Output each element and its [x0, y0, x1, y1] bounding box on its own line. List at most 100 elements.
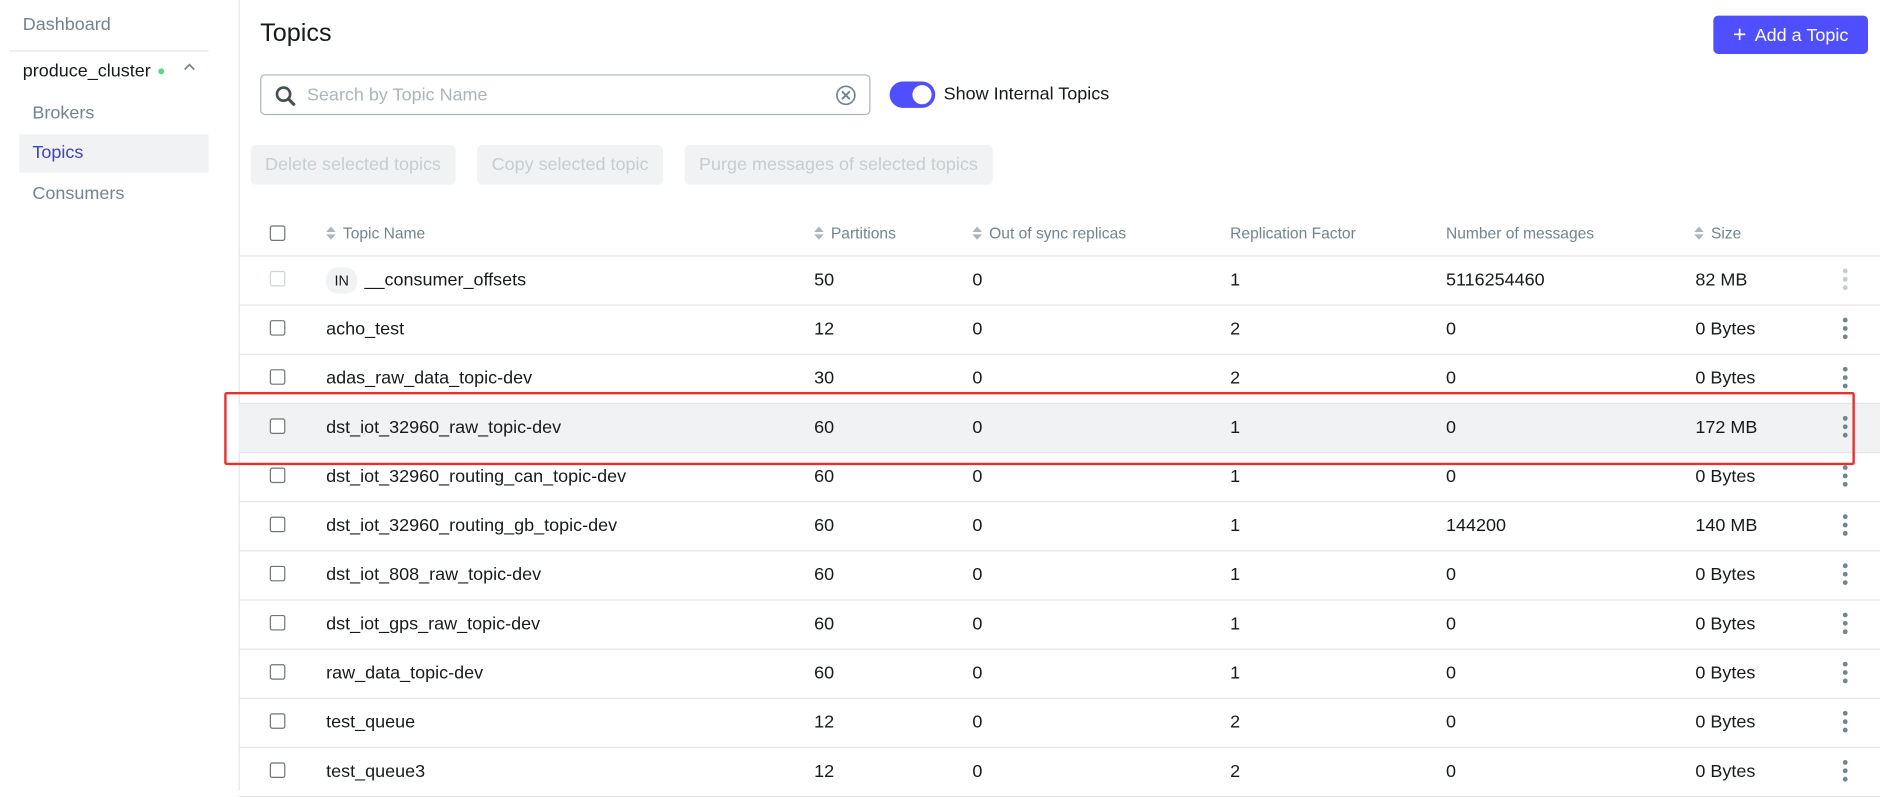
- topic-name-link[interactable]: raw_data_topic-dev: [326, 663, 483, 683]
- toggle-knob: [912, 85, 932, 105]
- row-checkbox[interactable]: [269, 762, 286, 779]
- topic-name-link[interactable]: dst_iot_808_raw_topic-dev: [326, 565, 541, 585]
- cell-replication-factor: 1: [1230, 613, 1241, 635]
- cell-out-of-sync: 0: [972, 417, 983, 438]
- cell-topic-name[interactable]: dst_iot_808_raw_topic-dev: [326, 565, 541, 585]
- more-actions-icon[interactable]: [1842, 661, 1848, 684]
- cell-number-of-messages: 5116254460: [1445, 269, 1545, 291]
- cell-partitions: 60: [814, 564, 835, 586]
- row-checkbox[interactable]: [269, 320, 286, 336]
- cell-size: 0 Bytes: [1695, 564, 1756, 586]
- cell-size: 0 Bytes: [1695, 712, 1756, 733]
- column-header-out-of-sync-replicas[interactable]: Out of sync replicas: [972, 224, 1126, 242]
- row-checkbox[interactable]: [269, 418, 286, 434]
- table-row[interactable]: dst_iot_808_raw_topic-dev 60 0 1 0 0 Bytes: [238, 551, 1880, 601]
- cell-out-of-sync: 0: [972, 712, 983, 733]
- cell-topic-name[interactable]: raw_data_topic-dev: [326, 663, 483, 683]
- table-row[interactable]: raw_data_topic-dev 60 0 1 0 0 Bytes: [238, 650, 1880, 699]
- copy-selected-topic-button[interactable]: Copy selected topic: [477, 145, 663, 185]
- topic-name-link[interactable]: dst_iot_32960_routing_can_topic-dev: [326, 466, 626, 486]
- sort-icon: [326, 226, 336, 240]
- cell-number-of-messages: 0: [1445, 761, 1456, 782]
- table-row[interactable]: dst_iot_32960_routing_can_topic-dev 60 0 1 0…: [238, 453, 1880, 503]
- cell-out-of-sync: 0: [972, 368, 983, 389]
- column-header-partitions[interactable]: Partitions: [814, 224, 896, 242]
- more-actions-icon[interactable]: [1842, 317, 1848, 340]
- topic-name-link[interactable]: __consumer_offsets: [364, 270, 526, 290]
- more-actions-icon[interactable]: [1842, 760, 1848, 782]
- row-checkbox[interactable]: [269, 516, 286, 533]
- cell-topic-name[interactable]: dst_iot_32960_routing_gb_topic-dev: [326, 515, 617, 535]
- add-topic-button[interactable]: + Add a Topic: [1713, 15, 1869, 54]
- table-row[interactable]: dst_iot_32960_raw_topic-dev 60 0 1 0 172 MB: [238, 403, 1880, 454]
- more-actions-icon[interactable]: [1842, 366, 1848, 389]
- cell-partitions: 60: [814, 662, 835, 684]
- topic-name-link[interactable]: acho_test: [326, 319, 404, 339]
- topic-name-link[interactable]: test_queue3: [326, 761, 425, 781]
- page-title: Topics: [260, 19, 332, 47]
- show-internal-topics-toggle[interactable]: [889, 81, 936, 108]
- column-header-topic-name[interactable]: Topic Name: [326, 224, 425, 242]
- column-header-number-of-messages: Number of messages: [1445, 224, 1595, 243]
- table-row[interactable]: dst_iot_32960_routing_gb_topic-dev 60 0 1 14…: [238, 502, 1880, 552]
- table-row[interactable]: dst_iot_gps_raw_topic-dev 60 0 1 0 0 Bytes: [238, 601, 1880, 650]
- nav-dashboard[interactable]: Dashboard: [23, 14, 111, 34]
- row-checkbox[interactable]: [269, 614, 286, 631]
- topic-name-link[interactable]: dst_iot_32960_routing_gb_topic-dev: [326, 515, 617, 535]
- cell-out-of-sync: 0: [972, 466, 983, 487]
- sidebar-item-brokers[interactable]: Brokers: [19, 95, 208, 133]
- topic-name-link[interactable]: dst_iot_32960_raw_topic-dev: [326, 417, 561, 437]
- more-actions-icon[interactable]: [1842, 465, 1848, 487]
- cell-partitions: 12: [814, 761, 835, 782]
- cell-topic-name[interactable]: dst_iot_32960_raw_topic-dev: [326, 417, 561, 437]
- more-actions-icon[interactable]: [1842, 514, 1848, 536]
- cell-partitions: 60: [814, 417, 835, 438]
- topic-name-link[interactable]: adas_raw_data_topic-dev: [326, 368, 532, 388]
- cell-number-of-messages: 0: [1445, 564, 1456, 586]
- row-checkbox: [269, 270, 286, 287]
- topic-name-link[interactable]: test_queue: [326, 712, 415, 732]
- row-checkbox[interactable]: [269, 467, 286, 484]
- sidebar-item-topics[interactable]: Topics: [19, 134, 209, 173]
- cell-topic-name[interactable]: dst_iot_32960_routing_can_topic-dev: [326, 466, 626, 486]
- cell-number-of-messages: 0: [1445, 662, 1456, 684]
- table-row[interactable]: adas_raw_data_topic-dev 30 0 2 0 0 Bytes: [238, 355, 1880, 404]
- cell-number-of-messages: 144200: [1445, 515, 1506, 536]
- search-input[interactable]: [306, 75, 823, 114]
- cell-replication-factor: 1: [1230, 564, 1241, 586]
- search-icon: [275, 86, 296, 106]
- cell-topic-name[interactable]: IN __consumer_offsets: [326, 267, 526, 294]
- table-row[interactable]: acho_test 12 0 2 0 0 Bytes: [238, 306, 1880, 355]
- row-checkbox[interactable]: [269, 369, 286, 385]
- cell-topic-name[interactable]: adas_raw_data_topic-dev: [326, 368, 532, 388]
- column-header-size[interactable]: Size: [1694, 224, 1741, 242]
- row-checkbox[interactable]: [269, 565, 286, 582]
- chevron-up-icon[interactable]: [182, 60, 196, 74]
- cell-topic-name[interactable]: dst_iot_gps_raw_topic-dev: [326, 614, 540, 634]
- delete-selected-topics-button[interactable]: Delete selected topics: [250, 145, 456, 185]
- clear-search-icon[interactable]: [836, 85, 856, 106]
- table-row[interactable]: test_queue 12 0 2 0 0 Bytes: [238, 699, 1880, 749]
- more-actions-icon[interactable]: [1842, 710, 1848, 733]
- cell-topic-name[interactable]: test_queue3: [326, 761, 425, 781]
- more-actions-icon: [1842, 268, 1848, 291]
- cell-topic-name[interactable]: test_queue: [326, 712, 415, 732]
- more-actions-icon[interactable]: [1842, 612, 1848, 635]
- table-row[interactable]: IN __consumer_offsets 50 0 1 5116254460 82 MB: [238, 257, 1880, 306]
- sidebar-item-consumers[interactable]: Consumers: [19, 175, 208, 213]
- row-checkbox[interactable]: [269, 713, 286, 729]
- purge-messages-button[interactable]: Purge messages of selected topics: [684, 145, 993, 185]
- cell-topic-name[interactable]: acho_test: [326, 319, 404, 339]
- topic-name-link[interactable]: dst_iot_gps_raw_topic-dev: [326, 614, 540, 634]
- select-all-checkbox[interactable]: [269, 225, 286, 241]
- more-actions-icon[interactable]: [1842, 563, 1848, 586]
- cell-size: 0 Bytes: [1695, 613, 1756, 635]
- row-checkbox[interactable]: [269, 664, 286, 680]
- cluster-toggle[interactable]: produce_cluster: [22, 61, 195, 82]
- cell-size: 0 Bytes: [1695, 368, 1756, 389]
- cluster-name: produce_cluster: [22, 61, 151, 82]
- more-actions-icon[interactable]: [1842, 415, 1848, 438]
- cell-out-of-sync: 0: [972, 269, 983, 291]
- sidebar-divider: [9, 50, 209, 52]
- cell-number-of-messages: 0: [1445, 712, 1456, 733]
